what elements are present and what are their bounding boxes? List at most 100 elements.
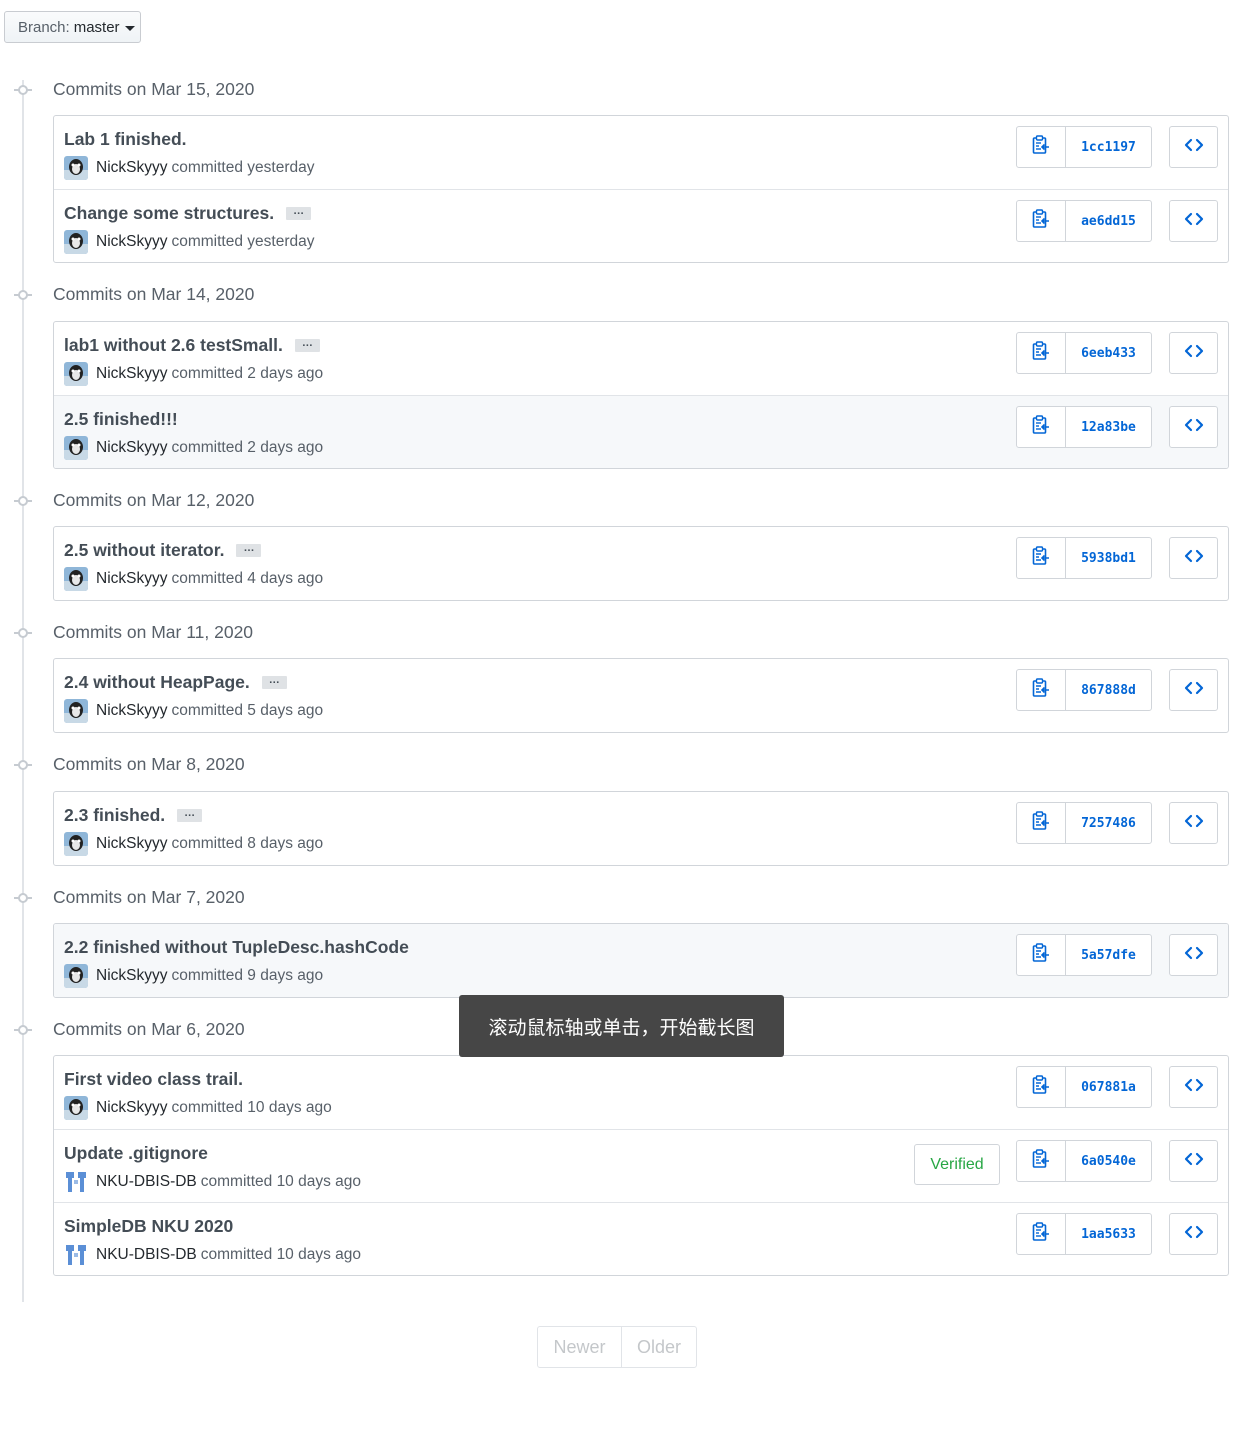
commit-sha-link[interactable]: 6eeb433 bbox=[1066, 333, 1151, 373]
browse-repo-button[interactable] bbox=[1169, 669, 1218, 711]
code-icon bbox=[1184, 549, 1204, 568]
avatar[interactable] bbox=[64, 1243, 88, 1267]
copy-sha-button[interactable] bbox=[1017, 1067, 1066, 1107]
avatar[interactable] bbox=[64, 699, 88, 723]
copy-sha-button[interactable] bbox=[1017, 201, 1066, 241]
avatar[interactable] bbox=[64, 436, 88, 460]
copy-sha-button[interactable] bbox=[1017, 538, 1066, 578]
commit-message-link[interactable]: Update .gitignore bbox=[64, 1143, 208, 1164]
commit-message-link[interactable]: Lab 1 finished. bbox=[64, 129, 187, 150]
copy-sha-button[interactable] bbox=[1017, 803, 1066, 843]
avatar[interactable] bbox=[64, 156, 88, 180]
code-icon bbox=[1184, 681, 1204, 700]
commit-author-link[interactable]: NickSkyyy bbox=[96, 1099, 167, 1117]
commit-sha-link[interactable]: 6a0540e bbox=[1066, 1141, 1151, 1181]
older-button[interactable]: Older bbox=[622, 1327, 696, 1367]
commit-sha-link[interactable]: 067881a bbox=[1066, 1067, 1151, 1107]
commit-group-title: Commits on Mar 7, 2020 bbox=[53, 887, 245, 907]
commit-list: Lab 1 finished. NickSkyyy committed yester… bbox=[53, 115, 1229, 263]
copy-sha-button[interactable] bbox=[1017, 1141, 1066, 1181]
commit-group-header: Commits on Mar 15, 2020 bbox=[0, 75, 600, 105]
commit-node-icon bbox=[14, 1023, 32, 1037]
commit-message-link[interactable]: First video class trail. bbox=[64, 1069, 243, 1090]
avatar[interactable] bbox=[64, 1170, 88, 1194]
copy-sha-button[interactable] bbox=[1017, 333, 1066, 373]
commit-sha-link[interactable]: 867888d bbox=[1066, 670, 1151, 710]
commit-author-link[interactable]: NickSkyyy bbox=[96, 159, 167, 177]
copy-sha-button[interactable] bbox=[1017, 127, 1066, 167]
sha-button-group: 067881a bbox=[1016, 1066, 1152, 1108]
browse-repo-button[interactable] bbox=[1169, 1140, 1218, 1182]
commit-author-link[interactable]: NickSkyyy bbox=[96, 835, 167, 853]
commit-message-link[interactable]: 2.3 finished. … bbox=[64, 805, 203, 826]
commit-group-title: Commits on Mar 14, 2020 bbox=[53, 284, 255, 304]
copy-sha-button[interactable] bbox=[1017, 670, 1066, 710]
avatar[interactable] bbox=[64, 567, 88, 591]
commit-author-link[interactable]: NKU-DBIS-DB bbox=[96, 1246, 197, 1264]
browse-repo-button[interactable] bbox=[1169, 126, 1218, 168]
commit-message-link[interactable]: Change some structures.… bbox=[64, 203, 312, 224]
commit-row: 2.4 without HeapPage. … NickSkyyy committed… bbox=[54, 659, 1228, 732]
commit-sha-link[interactable]: 7257486 bbox=[1066, 803, 1151, 843]
commit-author-link[interactable]: NickSkyyy bbox=[96, 702, 167, 720]
commit-author-link[interactable]: NickSkyyy bbox=[96, 365, 167, 383]
commit-group-header: Commits on Mar 8, 2020 bbox=[0, 750, 600, 780]
browse-repo-button[interactable] bbox=[1169, 332, 1218, 374]
copy-sha-button[interactable] bbox=[1017, 407, 1066, 447]
commit-sha-link[interactable]: 5a57dfe bbox=[1066, 935, 1151, 975]
commit-row: Change some structures. … NickSkyyy committ… bbox=[54, 189, 1228, 262]
avatar[interactable] bbox=[64, 230, 88, 254]
verified-badge[interactable]: Verified bbox=[914, 1144, 1000, 1185]
commit-list: 2.5 without iterator. … NickSkyyy committed… bbox=[53, 526, 1229, 601]
commit-meta: NickSkyyy committed 5 days ago bbox=[64, 699, 323, 723]
browse-repo-button[interactable] bbox=[1169, 1066, 1218, 1108]
browse-repo-button[interactable] bbox=[1169, 537, 1218, 579]
avatar[interactable] bbox=[64, 964, 88, 988]
browse-repo-button[interactable] bbox=[1169, 406, 1218, 448]
commit-author-link[interactable]: NickSkyyy bbox=[96, 967, 167, 985]
commit-message-link[interactable]: 2.5 without iterator.… bbox=[64, 540, 262, 561]
commit-sha-link[interactable]: 12a83be bbox=[1066, 407, 1151, 447]
commit-message-text: 2.3 finished. bbox=[64, 805, 166, 825]
commit-message-link[interactable]: lab1 without 2.6 testSmall. … bbox=[64, 335, 320, 356]
sha-button-group: 1aa5633 bbox=[1016, 1213, 1152, 1255]
commit-meta: NickSkyyy committed 9 days ago bbox=[64, 964, 323, 988]
commit-group-title: Commits on Mar 15, 2020 bbox=[53, 79, 255, 99]
expand-description-button[interactable]: … bbox=[294, 338, 320, 352]
commit-sha-link[interactable]: 1aa5633 bbox=[1066, 1214, 1151, 1254]
commit-message-text: lab1 without 2.6 testSmall. bbox=[64, 335, 283, 355]
avatar[interactable] bbox=[64, 362, 88, 386]
commit-message-link[interactable]: 2.5 finished!!! bbox=[64, 409, 178, 430]
browse-repo-button[interactable] bbox=[1169, 802, 1218, 844]
newer-button[interactable]: Newer bbox=[538, 1327, 622, 1367]
commit-sha-link[interactable]: ae6dd15 bbox=[1066, 201, 1151, 241]
expand-description-button[interactable]: … bbox=[177, 808, 203, 822]
avatar[interactable] bbox=[64, 1096, 88, 1120]
commit-author-link[interactable]: NickSkyyy bbox=[96, 439, 167, 457]
commit-message-link[interactable]: 2.2 finished without TupleDesc.hashCode bbox=[64, 937, 409, 958]
sha-button-group: 5938bd1 bbox=[1016, 537, 1152, 579]
copy-sha-button[interactable] bbox=[1017, 1214, 1066, 1254]
commit-group-header: Commits on Mar 14, 2020 bbox=[0, 280, 600, 310]
commit-message-link[interactable]: SimpleDB NKU 2020 bbox=[64, 1216, 233, 1237]
code-icon bbox=[1184, 138, 1204, 157]
expand-description-button[interactable]: … bbox=[261, 675, 287, 689]
commit-sha-link[interactable]: 1cc1197 bbox=[1066, 127, 1151, 167]
commit-message-text: SimpleDB NKU 2020 bbox=[64, 1216, 234, 1236]
commit-author-link[interactable]: NickSkyyy bbox=[96, 570, 167, 588]
commit-node-icon bbox=[14, 891, 32, 905]
browse-repo-button[interactable] bbox=[1169, 200, 1218, 242]
commit-message-link[interactable]: 2.4 without HeapPage.… bbox=[64, 672, 287, 693]
browse-repo-button[interactable] bbox=[1169, 934, 1218, 976]
commit-author-link[interactable]: NKU-DBIS-DB bbox=[96, 1173, 197, 1191]
browse-repo-button[interactable] bbox=[1169, 1213, 1218, 1255]
branch-select-button[interactable]: Branch: master bbox=[4, 11, 141, 43]
expand-description-button[interactable]: … bbox=[286, 206, 312, 220]
expand-description-button[interactable]: … bbox=[236, 543, 262, 557]
avatar[interactable] bbox=[64, 832, 88, 856]
commit-meta: NickSkyyy committed 10 days ago bbox=[64, 1096, 332, 1120]
copy-sha-button[interactable] bbox=[1017, 935, 1066, 975]
commit-time: committed 4 days ago bbox=[171, 570, 324, 587]
commit-sha-link[interactable]: 5938bd1 bbox=[1066, 538, 1151, 578]
commit-author-link[interactable]: NickSkyyy bbox=[96, 233, 167, 251]
